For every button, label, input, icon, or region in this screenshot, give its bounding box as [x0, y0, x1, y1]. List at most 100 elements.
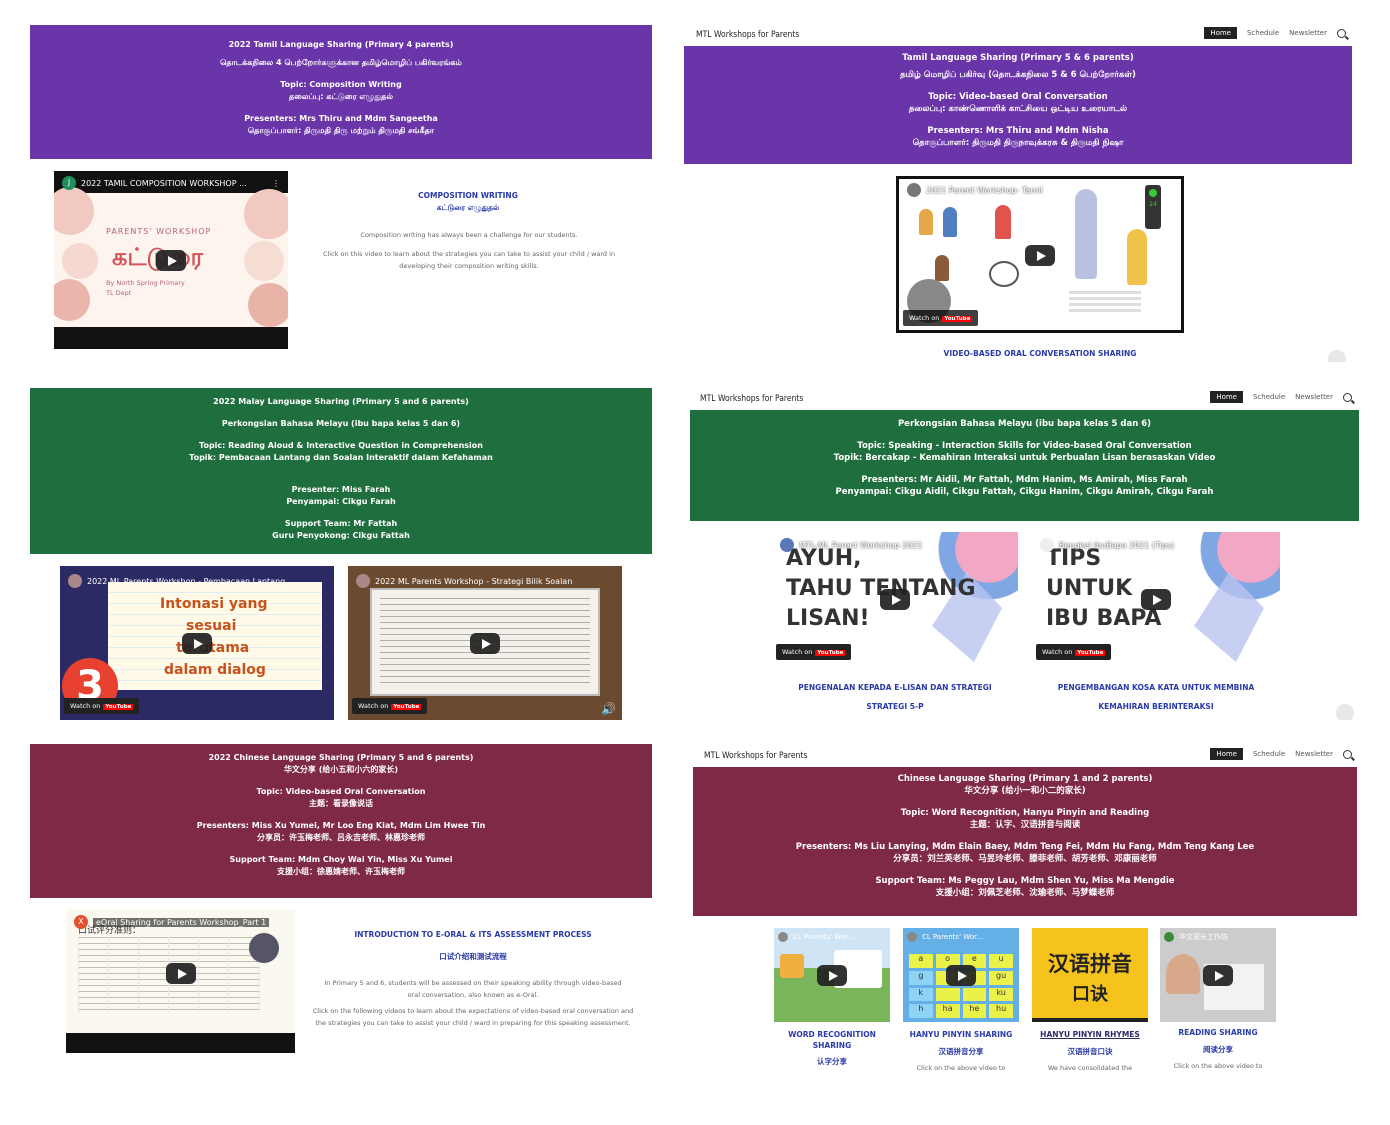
tamil-composition-video[interactable]: PARENTS' WORKSHOP கட்டுரை By North Sprin…	[54, 171, 288, 349]
malay-p56-section: 2022 Malay Language Sharing (Primary 5 a…	[0, 380, 680, 725]
nav-schedule[interactable]: Schedule	[1253, 393, 1285, 401]
channel-avatar	[780, 538, 794, 552]
tips-caption-line2[interactable]: KEMAHIRAN BERINTERAKSI	[1032, 701, 1280, 713]
nav-newsletter[interactable]: Newsletter	[1295, 750, 1333, 758]
watch-on-youtube[interactable]: Watch on YouTube	[1036, 644, 1112, 660]
reading-sharing-caption-cn[interactable]: 阅读分享	[1160, 1044, 1276, 1056]
channel-avatar: X	[74, 915, 88, 929]
banner-line: Chinese Language Sharing (Primary 1 and …	[897, 774, 1153, 784]
eoral-intro-title[interactable]: INTRODUCTION TO E-ORAL & ITS ASSESSMENT …	[330, 929, 616, 941]
reading-sharing-video[interactable]: 华文家长工作坊	[1160, 928, 1276, 1022]
chinese-p56-section: 2022 Chinese Language Sharing (Primary 5…	[0, 735, 680, 1075]
site-brand[interactable]: MTL Workshops for Parents	[696, 30, 799, 40]
watch-on-youtube[interactable]: Watch on YouTube	[64, 698, 140, 714]
pinyin-rhymes-caption-cn[interactable]: 汉语拼音口诀	[1032, 1046, 1148, 1058]
composition-writing-title[interactable]: COMPOSITION WRITING	[360, 190, 576, 202]
pinyin-cell: he	[962, 1004, 987, 1018]
malay-lisan-video[interactable]: AYUH, TAHU TENTANG LISAN! MTL-ML Parent …	[772, 532, 1018, 666]
pinyin-cell: ku	[989, 987, 1013, 1002]
banner-line: 主题：认字、汉语拼音与阅读	[969, 820, 1081, 830]
nav-home[interactable]: Home	[1210, 391, 1243, 403]
chinese-p12-section: MTL Workshops for Parents Home Schedule …	[692, 743, 1360, 1077]
play-button-icon[interactable]	[1025, 244, 1055, 266]
hanyu-pinyin-caption[interactable]: HANYU PINYIN SHARING	[903, 1029, 1019, 1041]
word-recognition-video[interactable]: CL Parents' Wor...	[774, 928, 890, 1022]
nav-home[interactable]: Home	[1204, 27, 1237, 39]
chinese-eoral-video[interactable]: 口试评分准则： X eOral Sharing for Parents Work…	[66, 909, 295, 1053]
pinyin-cell: a	[909, 954, 933, 968]
play-button-icon[interactable]	[165, 963, 196, 984]
art-line: sesuai	[186, 618, 237, 634]
nav-menu: Home Schedule Newsletter	[1204, 27, 1346, 39]
nav-schedule[interactable]: Schedule	[1253, 750, 1285, 758]
malay-question-video[interactable]: 2022 ML Parents Workshop - Strategi Bili…	[348, 566, 622, 720]
lisan-caption-line2[interactable]: STRATEGI 5-P	[772, 701, 1018, 713]
rhymes-art-line1: 汉语拼音	[1048, 952, 1132, 976]
tips-caption-line1[interactable]: PENGEMBANGAN KOSA KATA UNTUK MEMBINA	[1032, 682, 1280, 694]
search-icon[interactable]	[1343, 749, 1352, 759]
watch-on-youtube[interactable]: Watch on YouTube	[776, 644, 852, 660]
video-title-bar: J 2022 TAMIL COMPOSITION WORKSHOP ... ⋮	[62, 176, 280, 190]
nav-newsletter[interactable]: Newsletter	[1289, 29, 1327, 37]
malay-tips-video[interactable]: TIPS UNTUK IBU BAPA Bengkel IbuBapa 2021…	[1032, 532, 1280, 666]
chinese-p56-banner: 2022 Chinese Language Sharing (Primary 5…	[30, 744, 652, 898]
banner-line: Support Team: Mr Fattah	[284, 519, 398, 528]
play-button-icon[interactable]	[880, 589, 910, 610]
search-icon[interactable]	[1337, 28, 1346, 38]
composition-writing-tamil-title[interactable]: கட்டுரை எழுதுதல்	[360, 202, 576, 214]
tamil-oral-caption[interactable]: VIDEO-BASED ORAL CONVERSATION SHARING	[890, 348, 1190, 360]
traffic-light-count: 24	[1149, 201, 1157, 208]
nav-home[interactable]: Home	[1210, 748, 1243, 760]
play-button-icon[interactable]	[1141, 589, 1171, 610]
site-brand[interactable]: MTL Workshops for Parents	[704, 751, 807, 761]
reading-sharing-caption[interactable]: READING SHARING	[1160, 1027, 1276, 1039]
watch-on-label: Watch on	[782, 648, 813, 656]
nav-newsletter[interactable]: Newsletter	[1295, 393, 1333, 401]
hanyu-pinyin-video[interactable]: a o e u g gu k ku h ha he hu CL Parents'…	[903, 928, 1019, 1022]
tamil-p56-banner: Tamil Language Sharing (Primary 5 & 6 pa…	[684, 46, 1352, 164]
play-button-icon[interactable]	[817, 965, 847, 986]
word-recognition-caption-2[interactable]: SHARING	[774, 1040, 890, 1052]
youtube-logo: YouTube	[391, 704, 422, 710]
banner-line: Presenters: Ms Liu Lanying, Mdm Elain Ba…	[795, 842, 1255, 852]
play-button-icon[interactable]	[1203, 965, 1233, 986]
more-options-icon[interactable]: ⋮	[272, 179, 280, 188]
banner-line: Topik: Pembacaan Lantang dan Soalan Inte…	[189, 453, 493, 462]
banner-line: Topic: Video-based Oral Conversation	[256, 787, 426, 796]
banner-line: 2022 Chinese Language Sharing (Primary 5…	[208, 753, 474, 762]
tamil-oral-video[interactable]: 24 2021 Parent Workshop- Tamil Watch on Y…	[896, 176, 1184, 333]
video-title-bar: MTL-ML Parent Workshop 2021	[780, 538, 1010, 552]
video-title: 华文家长工作坊	[1179, 933, 1228, 941]
play-button-icon[interactable]	[182, 633, 212, 654]
channel-avatar	[1040, 538, 1054, 552]
flower-decoration	[244, 189, 288, 239]
watch-on-youtube[interactable]: Watch on YouTube	[903, 310, 979, 326]
video-title-bar: 2021 Parent Workshop- Tamil	[907, 183, 1173, 197]
person-figure	[995, 205, 1011, 239]
banner-line: 分享员：刘兰英老师、马昱玲老师、滕菲老师、胡芳老师、邓康丽老师	[893, 854, 1157, 864]
banner-line: Topic: Video-based Oral Conversation	[928, 92, 1108, 102]
channel-avatar	[907, 932, 917, 942]
banner-line: தொகுப்பாளர்: திருமதி திரு மற்றும் திருமத…	[247, 126, 435, 135]
scroll-top-button[interactable]	[1336, 704, 1354, 720]
play-button-icon[interactable]	[470, 633, 500, 654]
hanyu-pinyin-caption-cn[interactable]: 汉语拼音分享	[903, 1046, 1019, 1058]
tamil-p4-section: 2022 Tamil Language Sharing (Primary 4 p…	[0, 0, 680, 370]
lisan-caption-line1[interactable]: PENGENALAN KEPADA E-LISAN DAN STRATEGI	[772, 682, 1018, 694]
search-icon[interactable]	[1343, 392, 1352, 402]
pinyin-rhymes-caption[interactable]: HANYU PINYIN RHYMES	[1032, 1029, 1148, 1041]
play-button-icon[interactable]	[156, 250, 186, 271]
word-recognition-caption-cn[interactable]: 认字分享	[774, 1056, 890, 1068]
volume-icon[interactable]: 🔊	[601, 702, 616, 716]
presenter-avatar	[249, 933, 279, 963]
nav-schedule[interactable]: Schedule	[1247, 29, 1279, 37]
flower-decoration	[54, 279, 90, 321]
banner-line: தொடக்கநிலை 4 பெற்றோர்களுக்கான தமிழ்மொழிப…	[220, 58, 462, 67]
scroll-top-button[interactable]	[1328, 350, 1346, 362]
pinyin-rhymes-image[interactable]: 汉语拼音 口诀	[1032, 928, 1148, 1022]
site-brand[interactable]: MTL Workshops for Parents	[700, 394, 803, 404]
malay-reading-video[interactable]: Intonasi yang sesuai terutama dalam dial…	[60, 566, 334, 720]
play-button-icon[interactable]	[946, 965, 976, 986]
eoral-intro-chinese-title[interactable]: 口试介绍和测试流程	[330, 951, 616, 963]
watch-on-youtube[interactable]: Watch on YouTube	[352, 698, 428, 714]
